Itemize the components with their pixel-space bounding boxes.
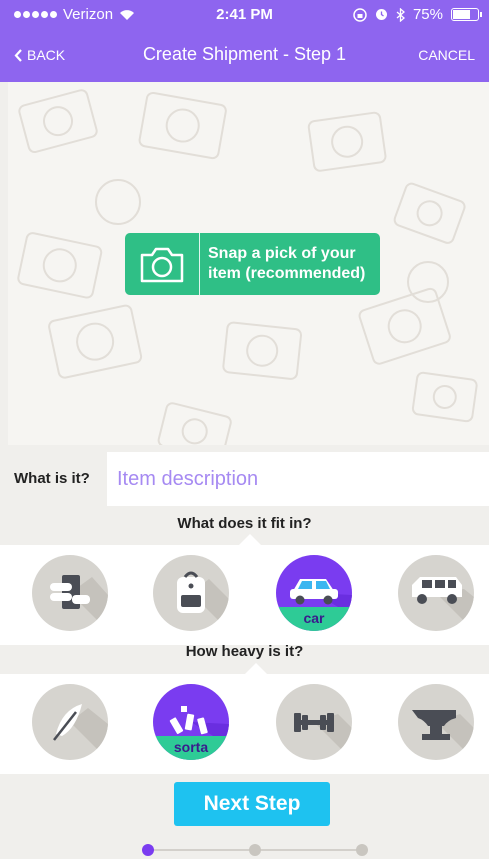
description-row: What is it? [0,451,489,507]
dumbbell-icon [294,713,352,760]
fit-option-car[interactable]: car [276,555,352,631]
description-label: What is it? [14,470,90,487]
step-progress [142,844,368,856]
fit-option-backpack[interactable] [153,555,229,631]
fit-section-label: What does it fit in? [177,515,312,532]
page-title: Create Shipment - Step 1 [142,44,347,64]
rotation-lock-icon [353,7,367,22]
weight-option-anvil[interactable] [398,684,474,760]
weight-section-label: How heavy is it? [185,643,304,660]
weight-option-sorta[interactable]: sorta [153,684,229,760]
weight-option-dumbbell[interactable] [276,684,352,760]
fit-pointer [239,534,261,545]
nav-bar: BACK Create Shipment - Step 1 CANCEL [0,30,489,82]
feather-icon [53,704,108,760]
top-bar: Verizon 2:41 PM 75% BACK Create Shipment… [0,0,489,82]
camera-icon [125,233,200,295]
next-step-button[interactable]: Next Step [174,782,330,826]
backpack-icon [177,571,229,631]
progress-step-1 [142,844,154,856]
weight-options: sorta [0,674,489,774]
suv-icon [412,577,474,631]
fit-options: car [0,545,489,645]
battery-percent: 75% [412,6,443,23]
hand-book-icon [50,575,108,631]
weight-option-feather[interactable] [32,684,108,760]
progress-step-3 [356,844,368,856]
weight-pointer [245,663,267,674]
alarm-icon [375,9,387,20]
snap-photo-label: Snap a pick of your item (recommended) [208,245,366,282]
fit-option-car-label: car [276,607,352,631]
weight-option-sorta-label: sorta [153,736,229,760]
progress-step-2 [249,844,261,856]
status-bar: Verizon 2:41 PM 75% [0,0,489,30]
fit-option-hand[interactable] [32,555,108,631]
battery-icon [451,8,482,21]
cancel-button[interactable]: CANCEL [418,47,475,63]
item-description-input[interactable] [107,452,489,506]
fit-option-suv[interactable] [398,555,474,631]
status-right: 75% [353,6,482,23]
bluetooth-icon [396,7,405,22]
snap-photo-button[interactable]: Snap a pick of your item (recommended) [125,233,380,295]
anvil-icon [412,710,474,760]
photo-area: Snap a pick of your item (recommended) [8,82,489,445]
